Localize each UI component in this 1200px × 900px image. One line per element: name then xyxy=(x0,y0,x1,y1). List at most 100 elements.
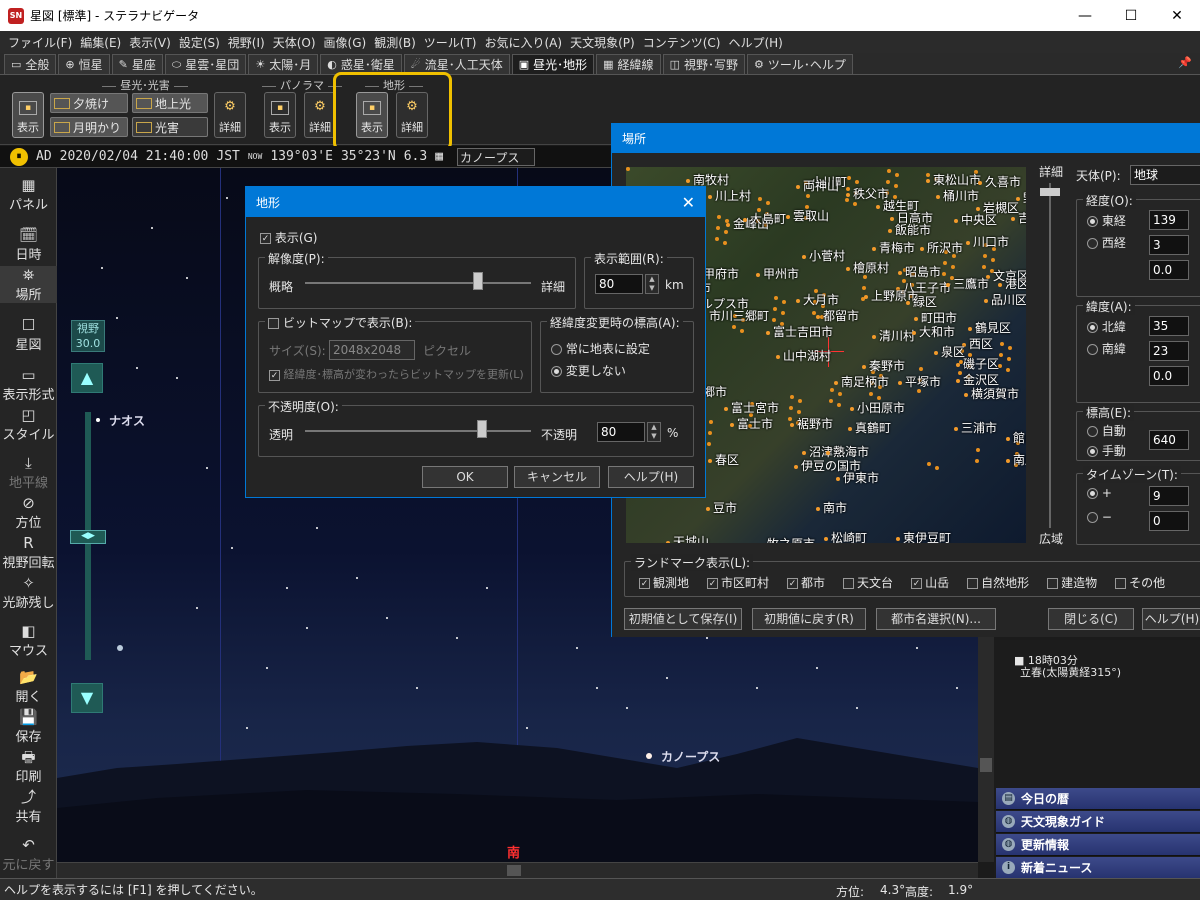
tab-constellations[interactable]: ✎ 星座 xyxy=(111,54,163,74)
range-spinner[interactable]: ▲ ▼ xyxy=(645,274,659,294)
menu-phenomena[interactable]: 天文現象(P) xyxy=(566,34,639,51)
save-default-button[interactable]: 初期値として保存(I) xyxy=(624,608,742,630)
scale-slider-thumb[interactable] xyxy=(1040,188,1060,196)
landmark-municipality[interactable]: ✓ 市区町村 xyxy=(707,574,769,591)
resolution-slider[interactable] xyxy=(305,272,531,292)
ok-button[interactable]: OK xyxy=(422,466,508,488)
no-change-radio[interactable] xyxy=(551,366,562,377)
guide-updates[interactable]: ◍ 更新情報 xyxy=(996,834,1200,856)
tool-share[interactable]: ⤴ 共有 xyxy=(0,788,57,825)
checkbox[interactable] xyxy=(967,578,979,589)
minimize-button[interactable]: — xyxy=(1062,0,1108,31)
lon-sec-input[interactable]: 0.0 xyxy=(1149,260,1189,280)
help-button[interactable]: ヘルプ(H) xyxy=(608,466,694,488)
range-input[interactable]: 80 xyxy=(595,274,643,294)
opacity-spinner[interactable]: ▲ ▼ xyxy=(647,422,661,442)
landmark-observation-site[interactable]: ✓ 観測地 xyxy=(639,574,689,591)
landmark-observatory[interactable]: 天文台 xyxy=(843,574,893,591)
close-button[interactable]: 閉じる(C) xyxy=(1048,608,1134,630)
tz-plus-radio[interactable] xyxy=(1087,488,1098,499)
tool-location[interactable]: ⛯ 場所 xyxy=(0,266,57,303)
menu-fov[interactable]: 視野(I) xyxy=(224,34,269,51)
panorama-detail-button[interactable]: ⚙ 詳細 xyxy=(304,92,336,138)
tab-tools-help[interactable]: ⚙ ツール･ヘルプ xyxy=(746,54,853,74)
menu-image[interactable]: 画像(G) xyxy=(320,34,371,51)
landmark-other[interactable]: その他 xyxy=(1115,574,1165,591)
tab-planets[interactable]: ◐ 惑星･衛星 xyxy=(320,54,402,74)
tool-open[interactable]: 📂 開く xyxy=(0,668,57,705)
tab-stars[interactable]: ⊕ 恒星 xyxy=(58,54,110,74)
always-surface-radio[interactable] xyxy=(551,344,562,355)
menu-objects[interactable]: 天体(O) xyxy=(269,34,320,51)
pin-icon[interactable]: 📌 xyxy=(1178,56,1192,69)
checkbox[interactable] xyxy=(1047,578,1059,589)
tool-undo[interactable]: ↶ 元に戻す xyxy=(0,836,57,873)
landmark-mountain[interactable]: ✓ 山岳 xyxy=(911,574,949,591)
menu-contents[interactable]: コンテンツ(C) xyxy=(639,34,725,51)
tool-horizon[interactable]: ⤓ 地平線 xyxy=(0,454,57,491)
object-search[interactable]: カノープス xyxy=(457,147,536,166)
close-icon[interactable]: ✕ xyxy=(682,193,695,212)
guide-today-calendar[interactable]: ▤ 今日の暦 xyxy=(996,788,1200,810)
lat-min-input[interactable]: 23 xyxy=(1149,341,1189,361)
city-select-button[interactable]: 都市名選択(N)... xyxy=(876,608,996,630)
tz-minus-radio[interactable] xyxy=(1087,512,1098,523)
menu-observe[interactable]: 観測(B) xyxy=(370,34,420,51)
menu-help[interactable]: ヘルプ(H) xyxy=(724,34,786,51)
menu-view[interactable]: 表示(V) xyxy=(125,34,175,51)
datetime[interactable]: 2020/02/04 21:40:00 xyxy=(60,149,209,164)
checkbox[interactable] xyxy=(843,578,855,589)
checkbox[interactable] xyxy=(1115,578,1127,589)
tool-direction[interactable]: ⊘ 方位 xyxy=(0,494,57,531)
light-pollution-toggle[interactable]: 光害 xyxy=(132,117,208,137)
checkbox[interactable]: ✓ xyxy=(639,578,650,589)
tab-fov[interactable]: ◫ 視野･写野 xyxy=(662,54,745,74)
landmark-building[interactable]: 建造物 xyxy=(1047,574,1097,591)
tool-display-mode[interactable]: ▭ 表示形式 xyxy=(0,366,57,403)
landmark-city[interactable]: ✓ 都市 xyxy=(787,574,825,591)
lat-sec-input[interactable]: 0.0 xyxy=(1149,366,1189,386)
size-select[interactable]: 2048x2048 xyxy=(329,340,415,360)
update-checkbox[interactable]: ✓ xyxy=(269,369,280,381)
manual-radio[interactable] xyxy=(1087,446,1098,457)
menu-tools[interactable]: ツール(T) xyxy=(420,34,481,51)
close-window-button[interactable]: ✕ xyxy=(1154,0,1200,31)
checkbox[interactable]: ✓ xyxy=(911,578,923,589)
reset-default-button[interactable]: 初期値に戻す(R) xyxy=(752,608,866,630)
bitmap-checkbox[interactable] xyxy=(268,318,279,329)
scroll-thumb[interactable] xyxy=(507,865,521,876)
tab-general[interactable]: ▭ 全般 xyxy=(4,54,57,74)
cancel-button[interactable]: キャンセル xyxy=(514,466,600,488)
moonlight-toggle[interactable]: 月明かり xyxy=(50,117,128,137)
auto-radio[interactable] xyxy=(1087,426,1098,437)
west-radio[interactable] xyxy=(1087,238,1098,249)
daylight-detail-button[interactable]: ⚙ 詳細 xyxy=(214,92,246,138)
zoom-slider-handle[interactable]: ◀▶ xyxy=(70,530,106,544)
menu-edit[interactable]: 編集(E) xyxy=(76,34,125,51)
guide-news[interactable]: i 新着ニュース xyxy=(996,857,1200,879)
now-icon[interactable]: NOW xyxy=(248,152,262,161)
east-radio[interactable] xyxy=(1087,216,1098,227)
calendar-icon[interactable]: ▦ xyxy=(435,149,443,164)
sunset-toggle[interactable]: 夕焼け xyxy=(50,93,128,113)
maximize-button[interactable]: ☐ xyxy=(1108,0,1154,31)
tool-panel[interactable]: ▦ パネル xyxy=(0,176,57,213)
checkbox[interactable]: ✓ xyxy=(787,578,799,589)
zoom-out-button[interactable]: ▼ xyxy=(71,683,103,713)
tool-save[interactable]: 💾 保存 xyxy=(0,708,57,745)
help-button[interactable]: ヘルプ(H) xyxy=(1142,608,1200,630)
opacity-input[interactable]: 80 xyxy=(597,422,645,442)
tool-style[interactable]: ◰ スタイル xyxy=(0,406,57,443)
tool-mouse[interactable]: ◧ マウス xyxy=(0,622,57,659)
checkbox[interactable]: ✓ xyxy=(707,578,719,589)
pause-icon[interactable]: ⏸ xyxy=(10,147,28,166)
landmark-natural-terrain[interactable]: 自然地形 xyxy=(967,574,1029,591)
body-select[interactable]: 地球 xyxy=(1130,165,1200,185)
tab-meteors[interactable]: ☄ 流星･人工天体 xyxy=(403,54,510,74)
tab-daylight-terrain[interactable]: ▣ 昼光･地形 xyxy=(511,54,595,74)
tool-view-rotate[interactable]: R 視野回転 xyxy=(0,534,57,571)
lon-min-input[interactable]: 3 xyxy=(1149,235,1189,255)
scale-slider-track[interactable] xyxy=(1049,183,1051,528)
lat-deg-input[interactable]: 35 xyxy=(1149,316,1189,336)
elevation-input[interactable]: 640 xyxy=(1149,430,1189,450)
